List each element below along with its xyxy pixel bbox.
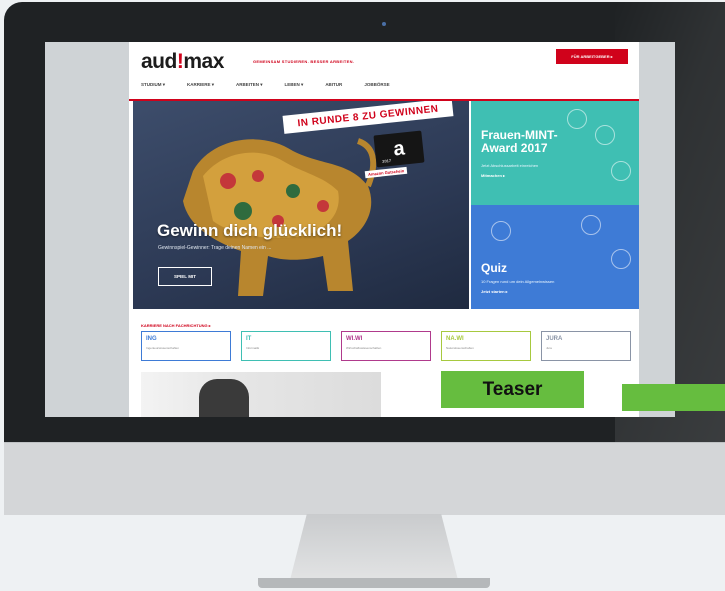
decorative-badge-icon — [567, 109, 587, 129]
subject-ing[interactable]: ING Ingenieurwissenschaften — [141, 331, 231, 361]
decorative-cloud-icon — [611, 161, 631, 181]
subject-filter-heading: KARRIERE NACH FACHRICHTUNG ▸ — [141, 323, 211, 328]
amazon-logo-icon: a — [392, 136, 406, 161]
subject-description: Informatik — [246, 346, 260, 350]
main-navigation: STUDIUM ▾ KARRIERE ▾ ARBEITEN ▾ LEBEN ▾ … — [141, 82, 621, 94]
employer-cta-button[interactable]: FÜR ARBEITGEBER ▸ — [556, 49, 628, 64]
subject-description: Wirtschaftswissenschaften — [346, 346, 382, 350]
annotation-arrow-bar — [622, 384, 725, 411]
nav-item-jobboerse[interactable]: JOBBÖRSE — [364, 82, 389, 94]
logo-text-end: max — [183, 50, 224, 73]
hero-title: Gewinn dich glücklich! — [157, 221, 343, 240]
quiz-title: Quiz — [481, 261, 507, 275]
subject-filter-row: ING Ingenieurwissenschaften IT Informati… — [141, 331, 631, 361]
website-page: aud!max GEMEINSAM STUDIEREN. BESSER ARBE… — [129, 42, 639, 417]
site-logo[interactable]: aud!max — [141, 50, 224, 74]
mint-award-teaser[interactable]: Frauen-MINT-Award 2017 Jetzt Abschlussar… — [471, 101, 639, 205]
decorative-chart-icon — [595, 125, 615, 145]
hero-banner: IN RUNDE 8 ZU GEWINNEN — [282, 101, 454, 134]
gift-card-year: 2017 — [381, 157, 392, 164]
subject-code: WI.WI — [346, 336, 363, 342]
play-button[interactable]: SPIEL MIT — [158, 267, 212, 286]
mint-award-link[interactable]: Mitmachen ▸ — [481, 173, 505, 178]
site-tagline: GEMEINSAM STUDIEREN. BESSER ARBEITEN. — [253, 59, 355, 64]
decorative-question-icon — [491, 221, 511, 241]
quiz-text: 10 Fragen rund um dein Allgemeinwissen — [481, 279, 555, 284]
subject-code: NA.WI — [446, 336, 464, 342]
mint-award-text: Jetzt Abschlussarbeit einreichen — [481, 163, 539, 168]
decorative-star-icon — [611, 249, 631, 269]
subject-nawi[interactable]: NA.WI Naturwissenschaften — [441, 331, 531, 361]
quiz-teaser[interactable]: Quiz 10 Fragen rund um dein Allgemeinwis… — [471, 205, 639, 309]
nav-item-abitur[interactable]: ABITUR — [325, 82, 342, 94]
logo-text-start: aud — [141, 50, 177, 73]
subject-code: IT — [246, 336, 252, 342]
monitor-screen: aud!max GEMEINSAM STUDIEREN. BESSER ARBE… — [45, 42, 675, 417]
article-image[interactable] — [141, 372, 381, 417]
monitor-stand-base — [258, 578, 490, 588]
decorative-bulb-icon — [581, 215, 601, 235]
subject-it[interactable]: IT Informatik — [241, 331, 331, 361]
monitor-chin — [4, 442, 725, 515]
amazon-gift-card: a 2017 — [373, 130, 425, 168]
subject-description: Jura — [546, 346, 552, 350]
subject-description: Ingenieurwissenschaften — [146, 346, 180, 350]
quiz-link[interactable]: Jetzt starten ▸ — [481, 289, 508, 294]
subject-code: ING — [146, 336, 157, 342]
mint-award-title: Frauen-MINT-Award 2017 — [481, 128, 558, 155]
hero-teaser[interactable]: IN RUNDE 8 ZU GEWINNEN a 2017 Amazon Gut… — [133, 101, 469, 309]
article-image-person — [199, 379, 249, 417]
monitor-stand — [290, 514, 458, 580]
nav-item-arbeiten[interactable]: ARBEITEN ▾ — [236, 82, 263, 94]
subject-code: JURA — [546, 336, 563, 342]
nav-item-studium[interactable]: STUDIUM ▾ — [141, 82, 165, 94]
subject-wiwi[interactable]: WI.WI Wirtschaftswissenschaften — [341, 331, 431, 361]
webcam-dot — [382, 22, 386, 26]
subject-description: Naturwissenschaften — [446, 346, 474, 350]
nav-item-leben[interactable]: LEBEN ▾ — [285, 82, 304, 94]
teaser-annotation-label: Teaser — [441, 371, 584, 408]
nav-item-karriere[interactable]: KARRIERE ▾ — [187, 82, 214, 94]
hero-subtitle: Gewinnspiel-Gewinner: Trage deinen Namen… — [158, 245, 272, 251]
subject-jura[interactable]: JURA Jura — [541, 331, 631, 361]
